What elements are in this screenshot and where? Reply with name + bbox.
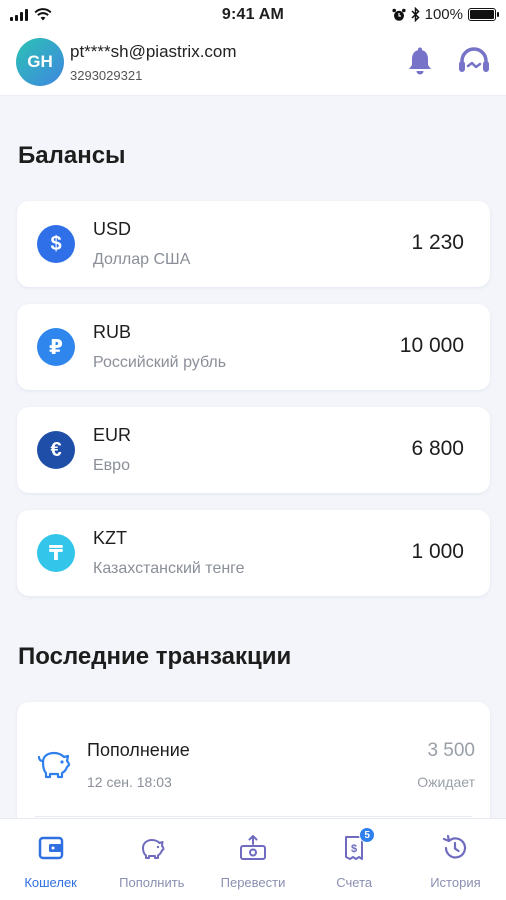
transaction-list: Пополнение 12 сен. 18:03 3 500 Ожидает: [17, 702, 490, 832]
currency-amount: 10 000: [399, 334, 464, 357]
transfer-icon: [240, 835, 266, 860]
tenge-coin-icon: ₸: [37, 534, 75, 572]
balances-title: Балансы: [18, 142, 126, 169]
battery-percent: 100%: [424, 6, 463, 23]
euro-coin-icon: €: [37, 431, 75, 469]
balance-card-rub[interactable]: ₽ RUB Российский рубль 10 000: [17, 304, 490, 390]
currency-code: USD: [93, 219, 132, 239]
history-icon: [443, 834, 467, 859]
support-headset-icon: [459, 47, 489, 72]
nav-label: Кошелек: [24, 875, 77, 890]
currency-amount: 1 230: [411, 231, 464, 254]
transaction-date: 12 сен. 18:03: [87, 774, 172, 790]
user-email: pt****sh@piastrix.com: [70, 42, 237, 61]
currency-name: Доллар США: [93, 251, 191, 268]
nav-label: Перевести: [220, 875, 286, 890]
currency-name: Евро: [93, 457, 130, 474]
invoices-count-badge: 5: [359, 827, 376, 843]
battery-icon: [468, 8, 499, 21]
transaction-amount: 3 500: [427, 740, 475, 761]
bottom-nav: Кошелек Пополнить Перевести $ 5 Счета Ис…: [0, 818, 506, 900]
support-button[interactable]: [454, 42, 494, 82]
wallet-icon: [38, 836, 63, 860]
dollar-coin-icon: $: [37, 225, 75, 263]
currency-amount: 1 000: [411, 540, 464, 563]
transaction-title: Пополнение: [87, 740, 190, 760]
avatar[interactable]: GH: [16, 38, 64, 86]
currency-code: RUB: [93, 322, 132, 342]
balance-card-usd[interactable]: $ USD Доллар США 1 230: [17, 201, 490, 287]
nav-transfer[interactable]: Перевести: [202, 819, 303, 900]
nav-label: Пополнить: [119, 875, 185, 890]
invoice-icon-wrap: $ 5: [339, 827, 376, 863]
status-bar: 9:41 AM 100%: [0, 0, 506, 30]
currency-code: EUR: [93, 425, 132, 445]
alarm-icon: [392, 8, 406, 21]
bell-icon: [409, 47, 431, 75]
currency-amount: 6 800: [411, 437, 464, 460]
account-id: 3293029321: [70, 68, 143, 83]
balance-card-kzt[interactable]: ₸ KZT Казахстанский тенге 1 000: [17, 510, 490, 596]
transaction-status: Ожидает: [417, 774, 475, 790]
bluetooth-icon: [411, 7, 420, 22]
currency-name: Казахстанский тенге: [93, 560, 245, 577]
divider: [35, 816, 472, 817]
nav-label: Счета: [336, 875, 373, 890]
balance-card-eur[interactable]: € EUR Евро 6 800: [17, 407, 490, 493]
nav-topup[interactable]: Пополнить: [101, 819, 202, 900]
nav-invoices[interactable]: $ 5 Счета: [304, 819, 405, 900]
ruble-coin-icon: ₽: [37, 328, 75, 366]
app-header: GH pt****sh@piastrix.com 3293029321: [0, 30, 506, 96]
notifications-button[interactable]: [400, 42, 440, 82]
currency-name: Российский рубль: [93, 354, 227, 371]
nav-label: История: [430, 875, 481, 890]
svg-text:$: $: [351, 843, 357, 855]
piggy-bank-icon: [37, 751, 71, 779]
nav-wallet[interactable]: Кошелек: [0, 819, 101, 900]
transactions-title: Последние транзакции: [18, 643, 292, 670]
piggy-bank-icon: [141, 839, 165, 859]
currency-code: KZT: [93, 528, 127, 548]
status-right: 100%: [392, 6, 499, 23]
nav-history[interactable]: История: [405, 819, 506, 900]
